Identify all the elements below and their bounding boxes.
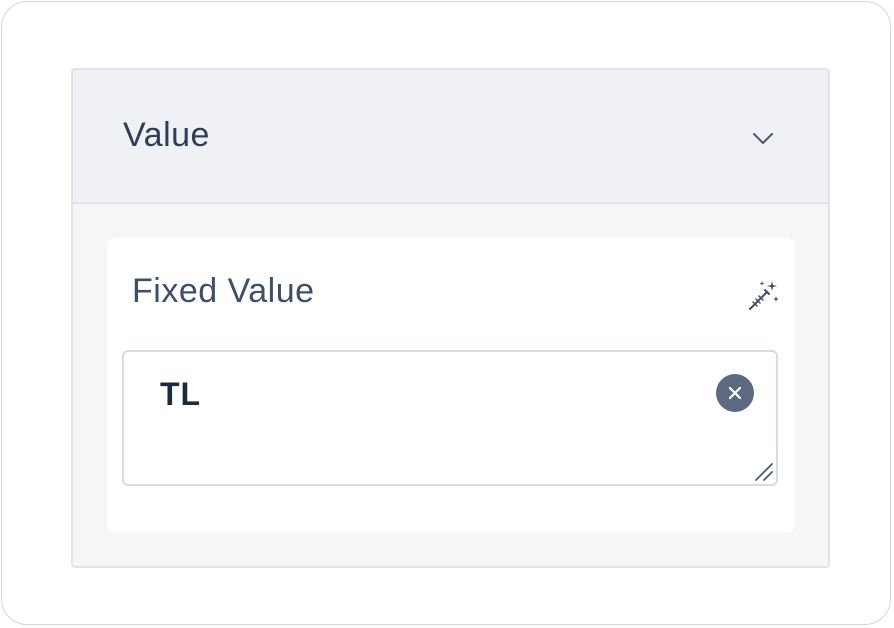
value-panel: Value Fixed Value TL	[71, 68, 830, 568]
field-label: Fixed Value	[132, 272, 315, 310]
fixed-value-card: Fixed Value TL	[107, 238, 795, 532]
window-frame: Value Fixed Value TL	[1, 1, 891, 625]
chevron-down-icon[interactable]	[751, 126, 775, 150]
close-icon	[728, 386, 742, 400]
fixed-value-textarea[interactable]: TL	[122, 350, 778, 486]
magic-wand-icon[interactable]	[745, 278, 781, 314]
section-title: Value	[123, 116, 210, 154]
value-section-header[interactable]: Value	[73, 70, 828, 204]
textarea-value: TL	[160, 376, 202, 412]
resize-handle-icon[interactable]	[752, 460, 774, 482]
clear-button[interactable]	[716, 374, 754, 412]
